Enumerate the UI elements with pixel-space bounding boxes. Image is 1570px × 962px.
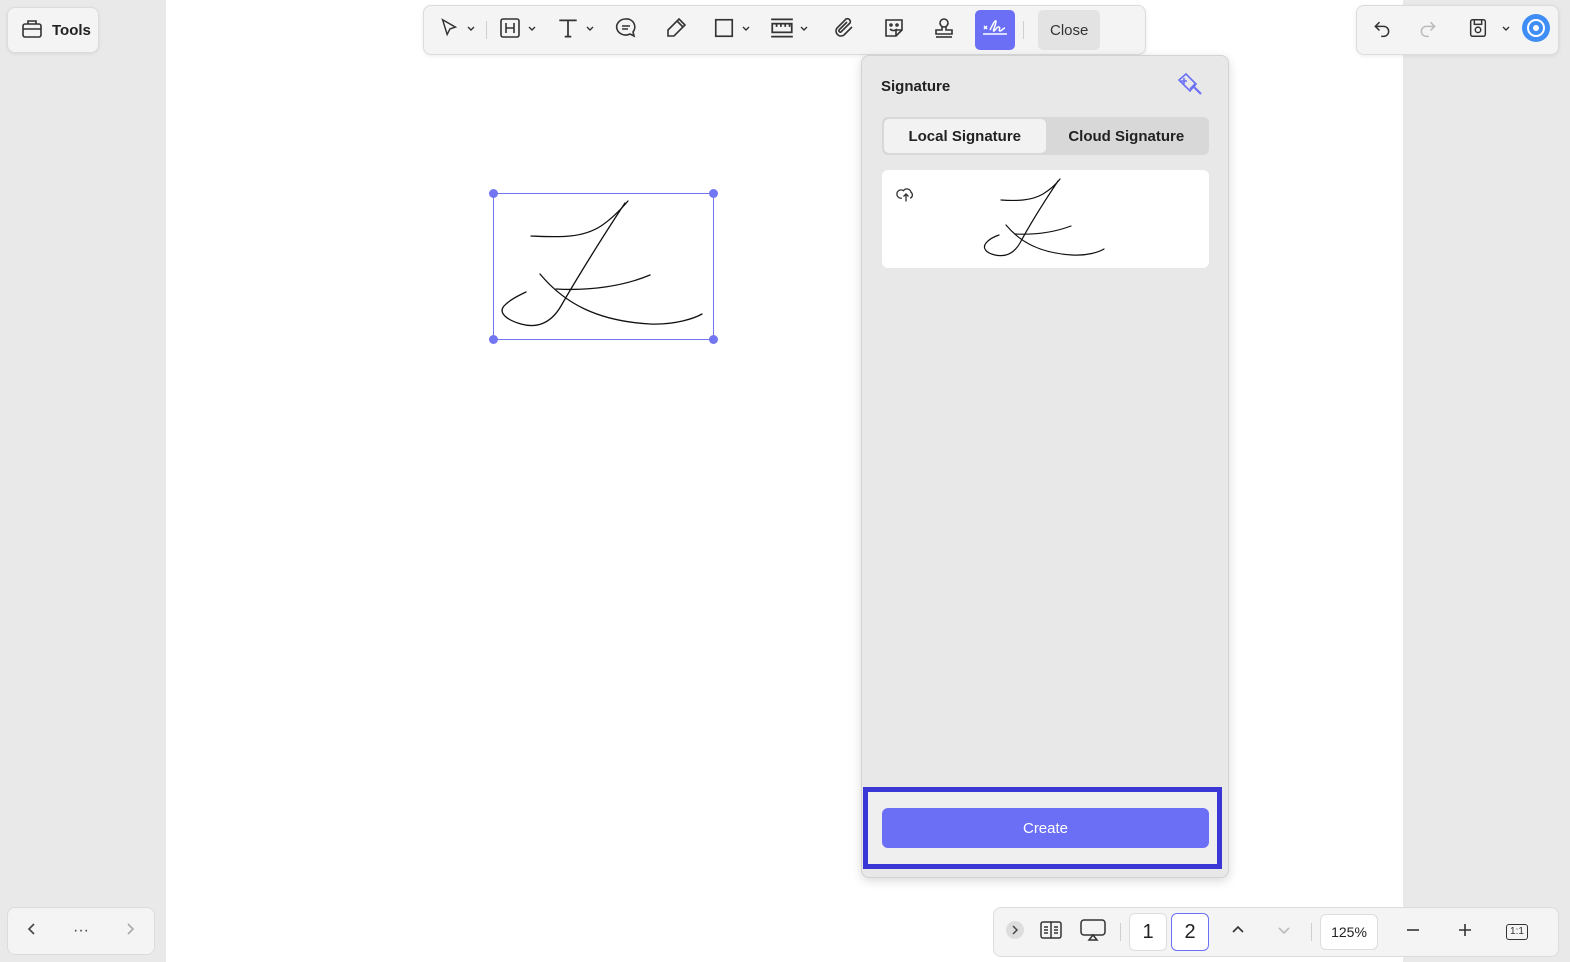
toolbox-icon xyxy=(20,16,44,44)
chevron-down-icon xyxy=(527,21,537,39)
shape-tool-dropdown[interactable] xyxy=(739,10,753,50)
redo-icon xyxy=(1418,18,1438,43)
chevron-down-icon xyxy=(1276,922,1292,943)
page-layout-button[interactable] xyxy=(1032,913,1070,951)
next-page-button[interactable] xyxy=(1265,913,1303,951)
pin-panel-button[interactable] xyxy=(1176,72,1204,101)
ai-assistant-icon xyxy=(1521,13,1551,48)
chevron-right-icon xyxy=(1005,920,1025,945)
panel-title: Signature xyxy=(881,78,951,95)
page-nav: ··· xyxy=(7,907,155,955)
save-icon xyxy=(1467,17,1489,44)
chevron-down-icon xyxy=(585,21,595,39)
pin-icon xyxy=(1176,72,1204,100)
save-button[interactable] xyxy=(1463,15,1493,45)
prev-button[interactable] xyxy=(25,922,39,941)
pencil-icon xyxy=(664,16,688,45)
actual-size-button[interactable]: 1:1 xyxy=(1498,913,1536,951)
select-tool-button[interactable] xyxy=(434,15,464,45)
ruler-icon xyxy=(769,15,795,46)
saved-signature-preview xyxy=(983,178,1105,257)
presentation-icon xyxy=(1079,918,1107,947)
plus-icon xyxy=(1457,922,1473,943)
zoom-in-button[interactable] xyxy=(1446,913,1484,951)
select-tool-dropdown[interactable] xyxy=(464,10,478,50)
signature-drawing xyxy=(501,200,703,327)
divider xyxy=(1120,923,1121,941)
shape-tool-button[interactable] xyxy=(709,15,739,45)
create-signature-button[interactable]: Create xyxy=(882,808,1209,848)
chevron-down-icon xyxy=(1501,21,1511,39)
save-dropdown[interactable] xyxy=(1499,10,1513,50)
close-toolbar-button[interactable]: Close xyxy=(1038,10,1101,50)
divider xyxy=(486,21,487,39)
signature-icon xyxy=(980,16,1010,45)
signature-source-tabs: Local Signature Cloud Signature xyxy=(882,117,1209,155)
text-tool-dropdown[interactable] xyxy=(583,10,597,50)
page-2-button[interactable]: 2 xyxy=(1171,913,1209,951)
placed-signature[interactable] xyxy=(489,189,718,344)
attachment-tool-button[interactable] xyxy=(829,15,859,45)
highlight-tool-dropdown[interactable] xyxy=(525,10,539,50)
saved-signature-card[interactable] xyxy=(882,170,1209,268)
collapse-button[interactable] xyxy=(1002,913,1028,951)
create-button-highlight: Create xyxy=(863,787,1222,869)
tools-button[interactable]: Tools xyxy=(7,7,99,53)
cloud-upload-icon[interactable] xyxy=(896,184,916,209)
divider xyxy=(1023,21,1024,39)
view-controls-bar: 1 2 125% 1:1 xyxy=(993,907,1559,957)
chevron-down-icon xyxy=(741,21,751,39)
highlight-tool-button[interactable] xyxy=(495,15,525,45)
undo-icon xyxy=(1372,18,1392,43)
divider xyxy=(1311,923,1312,941)
minus-icon xyxy=(1405,922,1421,943)
redo-button[interactable] xyxy=(1413,15,1443,45)
chevron-down-icon xyxy=(799,21,809,39)
rectangle-icon xyxy=(713,17,735,44)
signature-tool-button[interactable] xyxy=(975,10,1015,50)
measure-tool-dropdown[interactable] xyxy=(797,10,811,50)
stamp-icon xyxy=(932,16,956,45)
zoom-out-button[interactable] xyxy=(1394,913,1432,951)
present-button[interactable] xyxy=(1074,913,1112,951)
text-tool-button[interactable] xyxy=(553,15,583,45)
resize-handle-bottom-right[interactable] xyxy=(709,335,718,344)
annotation-toolbar: Close xyxy=(423,5,1146,55)
ai-assistant-button[interactable] xyxy=(1521,13,1551,48)
sticker-tool-button[interactable] xyxy=(879,15,909,45)
next-button[interactable] xyxy=(123,922,137,941)
actual-size-label: 1:1 xyxy=(1506,924,1528,940)
tab-cloud-signature[interactable]: Cloud Signature xyxy=(1046,119,1208,153)
pointer-icon xyxy=(438,17,460,44)
measure-tool-button[interactable] xyxy=(767,15,797,45)
more-button[interactable]: ··· xyxy=(73,922,89,940)
tab-local-signature[interactable]: Local Signature xyxy=(884,119,1046,153)
book-icon xyxy=(1039,919,1063,946)
resize-handle-top-right[interactable] xyxy=(709,189,718,198)
pencil-tool-button[interactable] xyxy=(661,15,691,45)
signature-panel: Signature Local Signature Cloud Signatur… xyxy=(861,55,1229,878)
page-1-button[interactable]: 1 xyxy=(1129,913,1167,951)
undo-button[interactable] xyxy=(1367,15,1397,45)
comment-icon xyxy=(614,16,638,45)
resize-handle-top-left[interactable] xyxy=(489,189,498,198)
zoom-level[interactable]: 125% xyxy=(1320,914,1378,950)
chevron-up-icon xyxy=(1230,922,1246,943)
prev-page-button[interactable] xyxy=(1219,913,1257,951)
tools-label: Tools xyxy=(52,21,91,39)
sticker-icon xyxy=(882,16,906,45)
comment-tool-button[interactable] xyxy=(611,15,641,45)
heading-icon xyxy=(498,16,522,45)
stamp-tool-button[interactable] xyxy=(929,15,959,45)
resize-handle-bottom-left[interactable] xyxy=(489,335,498,344)
chevron-down-icon xyxy=(466,21,476,39)
history-toolbar xyxy=(1356,5,1559,55)
paperclip-icon xyxy=(832,16,856,45)
text-icon xyxy=(555,15,581,46)
